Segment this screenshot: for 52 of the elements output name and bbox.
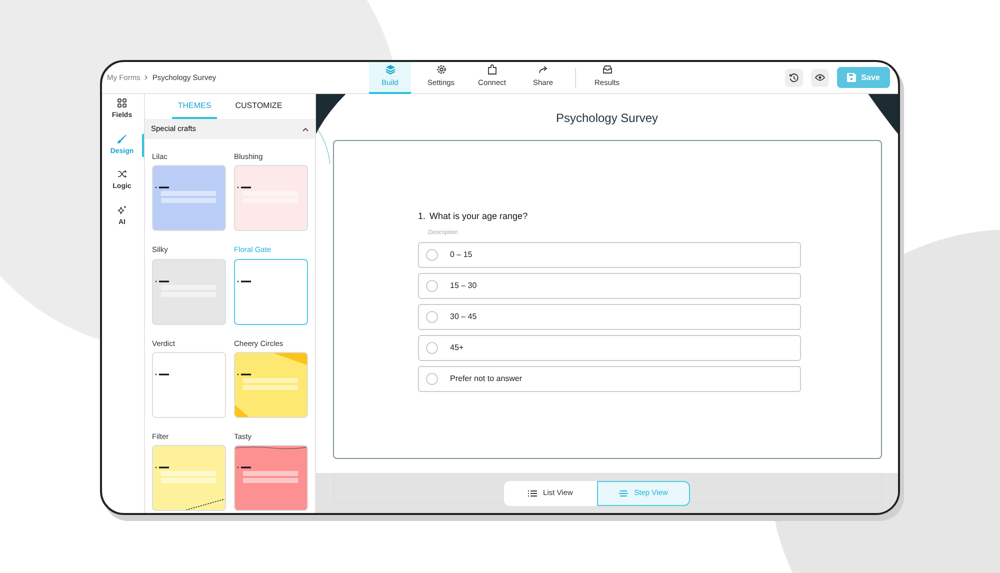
- list-icon: [528, 490, 538, 496]
- chevron-icon: [302, 126, 309, 132]
- answer-option[interactable]: Prefer not to answer: [418, 366, 801, 392]
- brush-icon: [117, 134, 127, 144]
- radio-button[interactable]: [426, 342, 438, 354]
- panel-tab[interactable]: CUSTOMIZE: [229, 94, 288, 119]
- theme-preview-drawing: [237, 280, 254, 282]
- inbox-icon: [602, 64, 612, 76]
- history-icon: [789, 72, 799, 82]
- form-title: Psychology Survey: [554, 110, 660, 127]
- theme-card[interactable]: [152, 258, 226, 324]
- decoration-shape: [273, 352, 307, 365]
- theme-preview-drawing: [155, 466, 217, 483]
- theme-card[interactable]: [234, 165, 308, 232]
- share-icon: [538, 64, 548, 76]
- puzzle-icon: [486, 64, 498, 76]
- theme-preview-drawing: [155, 372, 172, 376]
- answer-option[interactable]: 45+: [418, 334, 801, 360]
- radio-button[interactable]: [426, 280, 438, 292]
- question-text: What is your age range?: [430, 210, 528, 223]
- theme-card[interactable]: [152, 352, 226, 418]
- theme-preview-drawing: [237, 466, 299, 483]
- theme-card[interactable]: [234, 445, 308, 511]
- theme-card[interactable]: [234, 258, 308, 324]
- preview-button[interactable]: [811, 68, 829, 86]
- settings-icon: [436, 64, 446, 76]
- theme-preview-drawing: [155, 186, 217, 204]
- save-icon: [847, 73, 856, 82]
- theme-card[interactable]: [234, 352, 308, 418]
- eye-icon: [815, 74, 825, 81]
- sparkle-icon: [117, 204, 127, 214]
- theme-card[interactable]: [152, 445, 226, 511]
- theme-card[interactable]: [152, 165, 226, 232]
- answer-option[interactable]: 0 – 15: [418, 242, 801, 268]
- shuffle-icon: [117, 169, 127, 179]
- answer-option[interactable]: 15 – 30: [418, 272, 801, 298]
- radio-button[interactable]: [426, 372, 438, 384]
- decoration-shape: [235, 404, 249, 417]
- grid-icon: [117, 98, 127, 108]
- question-number: 1.: [418, 210, 426, 223]
- answer-option[interactable]: 30 – 45: [418, 304, 801, 330]
- chevron-icon: [144, 75, 148, 80]
- theme-preview-drawing: [237, 372, 299, 390]
- decoration-shape: [186, 499, 225, 510]
- decoration-shape: [235, 446, 307, 449]
- history-button[interactable]: [785, 68, 803, 86]
- theme-preview-drawing: [237, 186, 299, 204]
- layers-icon: [384, 64, 396, 76]
- radio-button[interactable]: [426, 310, 438, 322]
- radio-button[interactable]: [426, 248, 438, 260]
- theme-preview-drawing: [155, 280, 217, 296]
- steps-icon: [619, 490, 628, 496]
